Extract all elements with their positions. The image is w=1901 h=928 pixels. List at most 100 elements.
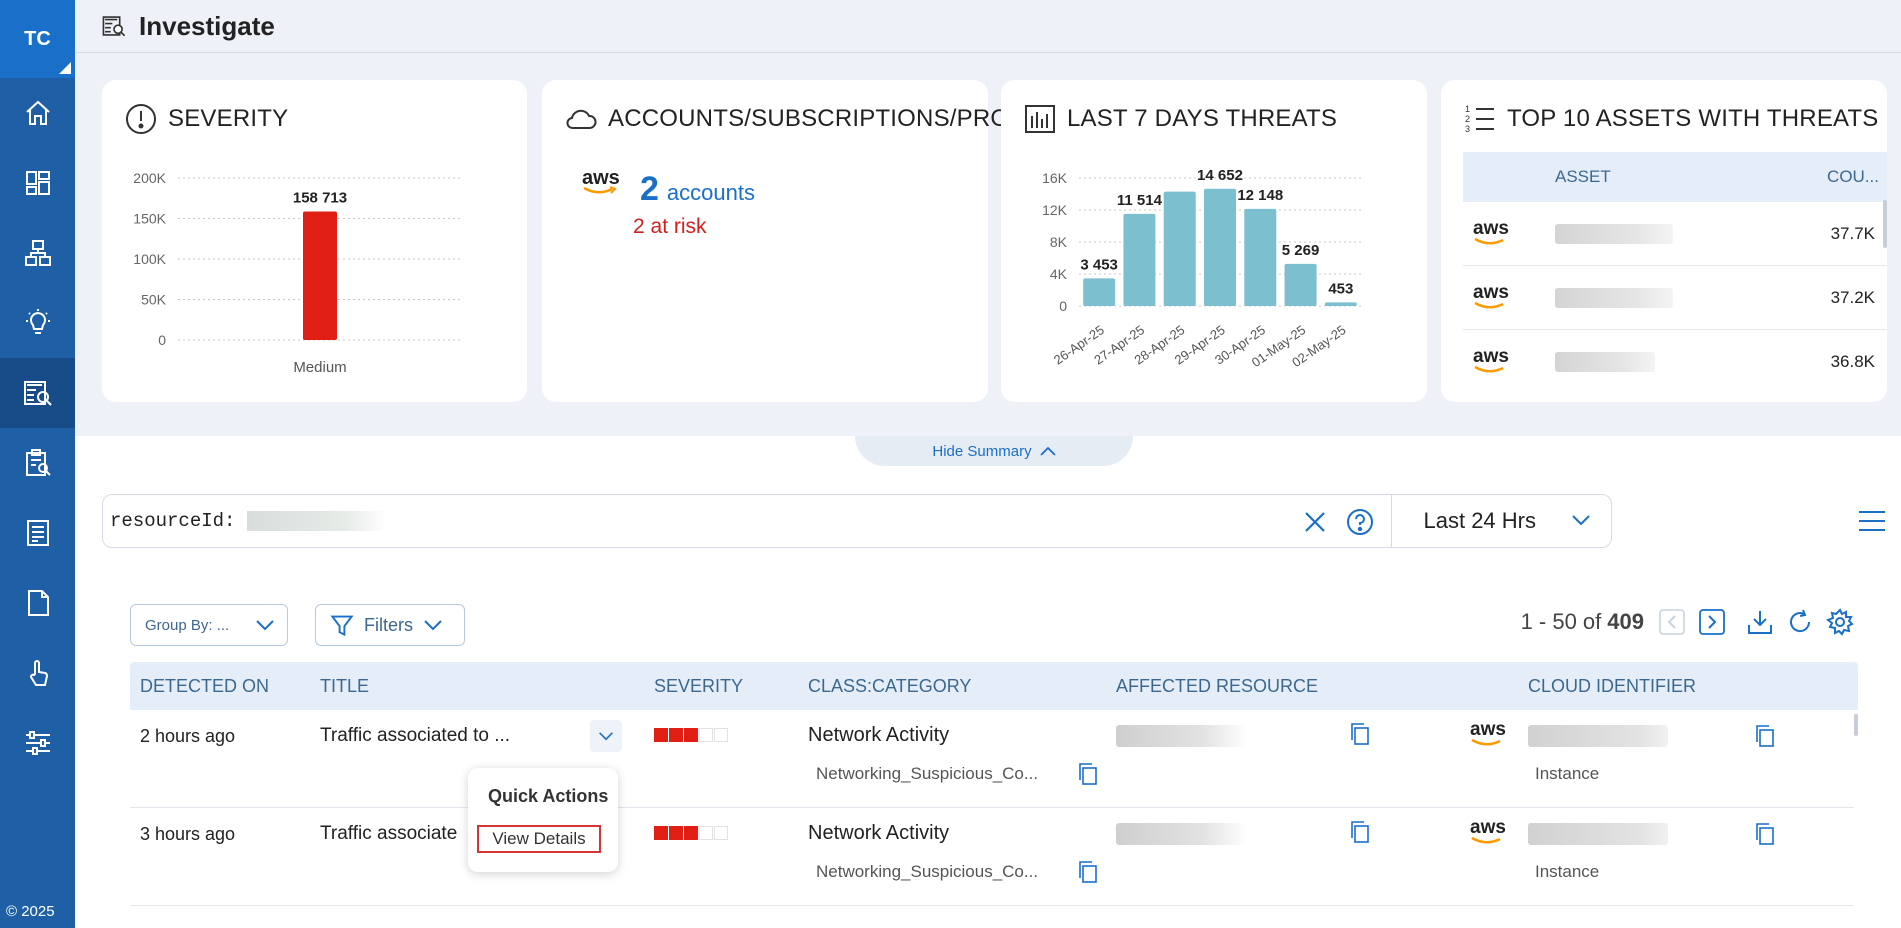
bar[interactable] [1204, 188, 1236, 306]
nav-home[interactable] [0, 78, 75, 148]
bar[interactable] [1083, 278, 1116, 306]
numbered-list-icon: 123 [1465, 104, 1494, 134]
accounts-at-risk[interactable]: 2 at risk [633, 215, 707, 239]
copy-icon[interactable] [1755, 724, 1775, 748]
table-row[interactable]: 2 hours ago Traffic associated to ... Ne… [130, 710, 1854, 808]
copy-icon[interactable] [1755, 822, 1775, 846]
gear-icon[interactable] [1826, 608, 1854, 636]
top-assets-row[interactable]: aws 37.7K [1463, 202, 1887, 266]
bar[interactable] [1244, 208, 1277, 306]
sliders-icon [25, 731, 50, 755]
investigate-icon [23, 381, 52, 406]
col-affected-resource[interactable]: AFFECTED RESOURCE [1116, 676, 1318, 697]
y-tick-label: 8K [1050, 234, 1068, 250]
refresh-icon[interactable] [1786, 608, 1814, 636]
view-details-button[interactable]: View Details [477, 825, 601, 853]
top-assets-title: TOP 10 ASSETS WITH THREATS [1507, 105, 1879, 132]
aws-logo-text: aws [1473, 217, 1509, 239]
pagination-total: 409 [1607, 609, 1644, 634]
chevron-up-icon [1039, 446, 1056, 456]
threats-title: LAST 7 DAYS THREATS [1067, 105, 1338, 132]
data-label: 3 453 [1080, 256, 1118, 273]
col-title[interactable]: TITLE [320, 676, 369, 697]
nav-reports[interactable] [0, 498, 75, 568]
count-column-header[interactable]: COU... [1827, 167, 1879, 187]
page-header: Investigate [75, 0, 1901, 53]
nav-actions[interactable] [0, 638, 75, 708]
search-query-key[interactable]: resourceId: [110, 510, 235, 532]
tenant-logo[interactable]: TC [0, 0, 75, 78]
top-assets-card: 123 TOP 10 ASSETS WITH THREATS ASSET COU… [1441, 80, 1887, 402]
top-assets-row[interactable]: aws 36.8K [1463, 330, 1887, 394]
aws-logo-text: aws [1473, 346, 1509, 367]
hamburger-menu-icon[interactable] [1857, 507, 1887, 535]
affected-resource-redacted [1116, 823, 1248, 845]
col-cloud-identifier[interactable]: CLOUD IDENTIFIER [1528, 676, 1696, 697]
filters-button[interactable]: Filters [315, 604, 465, 646]
bar[interactable] [1163, 191, 1196, 306]
chevron-down-icon[interactable] [1571, 512, 1591, 528]
copy-icon[interactable] [1350, 820, 1370, 844]
nav-insights[interactable] [0, 288, 75, 358]
row-actions-toggle[interactable] [590, 720, 622, 752]
group-by-dropdown[interactable]: Group By: ... [130, 604, 288, 646]
download-icon[interactable] [1746, 608, 1774, 636]
col-detected-on[interactable]: DETECTED ON [140, 676, 269, 697]
row-title[interactable]: Traffic associate [320, 823, 457, 845]
data-label: 158 713 [293, 189, 347, 206]
cloud-type: Instance [1535, 862, 1600, 881]
previous-page-icon[interactable] [1658, 608, 1686, 636]
nav-settings[interactable] [0, 708, 75, 778]
accounts-link[interactable]: accounts [667, 180, 755, 206]
data-label: 12 148 [1237, 187, 1283, 204]
clear-search-icon[interactable] [1301, 508, 1329, 536]
aws-logo-text: aws [582, 167, 620, 189]
chevron-down-icon [256, 620, 274, 631]
copy-icon[interactable] [1078, 762, 1098, 786]
row-title[interactable]: Traffic associated to ... [320, 725, 510, 747]
clipboard-search-icon [25, 449, 51, 476]
severity-title: SEVERITY [168, 105, 289, 132]
results-panel: Group By: ... Filters 1 - 50 of 409 DETE… [102, 586, 1868, 928]
nav-dashboard[interactable] [0, 148, 75, 218]
bar[interactable] [303, 211, 337, 340]
top-assets-row[interactable]: aws 37.2K [1463, 266, 1887, 330]
pagination: 1 - 50 of 409 [1521, 608, 1868, 636]
y-tick-label: 0 [1059, 298, 1067, 314]
nav-documents[interactable] [0, 568, 75, 638]
bar[interactable] [1324, 302, 1357, 306]
nav-hierarchy[interactable] [0, 218, 75, 288]
bar[interactable] [1284, 263, 1317, 306]
col-class-category[interactable]: CLASS:CATEGORY [808, 676, 971, 697]
nav-investigate[interactable] [0, 358, 75, 428]
asset-name-redacted [1555, 352, 1655, 372]
sidebar: TC © 2025 [0, 0, 75, 928]
col-severity[interactable]: SEVERITY [654, 676, 743, 697]
time-range-select[interactable]: Last 24 Hrs [1424, 508, 1537, 534]
y-tick-label: 0 [158, 332, 166, 348]
pagination-range: 1 - 50 of [1520, 609, 1602, 634]
threats-card: LAST 7 DAYS THREATS 16K 12K 8K 4K 0 3 453 26-A… [1001, 80, 1427, 402]
aws-logo: aws [1473, 281, 1517, 311]
detected-on: 3 hours ago [140, 824, 236, 844]
search-query-value-redacted[interactable] [247, 511, 388, 531]
nav-compliance[interactable] [0, 428, 75, 498]
copy-icon[interactable] [1350, 722, 1370, 746]
copy-icon[interactable] [1078, 860, 1098, 884]
y-tick-label: 4K [1050, 266, 1068, 282]
aws-logo-text: aws [1473, 281, 1509, 303]
document-icon [27, 590, 49, 616]
hide-summary-toggle[interactable]: Hide Summary [855, 436, 1133, 466]
y-tick-label: 100K [133, 251, 166, 267]
search-bar[interactable]: resourceId: Last 24 Hrs [102, 494, 1612, 548]
top-assets-table: ASSET COU... aws 37.7K aws 37.2K aws 36.… [1463, 152, 1887, 394]
bar[interactable] [1123, 213, 1156, 306]
next-page-icon[interactable] [1698, 608, 1726, 636]
help-icon[interactable] [1345, 507, 1375, 537]
top-assets-scrollbar[interactable] [1883, 200, 1887, 248]
accounts-count[interactable]: 2 [640, 170, 659, 209]
table-scrollbar[interactable] [1854, 714, 1858, 736]
asset-column-header[interactable]: ASSET [1555, 167, 1611, 187]
table-row[interactable]: 3 hours ago Traffic associate Network Ac… [130, 808, 1854, 906]
alert-circle-icon [126, 104, 156, 134]
